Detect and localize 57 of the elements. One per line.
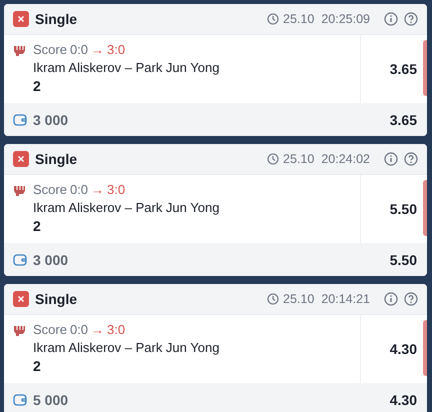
status-bar xyxy=(423,40,427,96)
wallet-icon xyxy=(13,112,27,126)
total-odds: 4.30 xyxy=(390,392,417,408)
selection: 2 xyxy=(33,218,42,234)
bet-date: 25.10 xyxy=(283,152,314,166)
score-to: 3:0 xyxy=(107,322,126,337)
fist-icon xyxy=(13,323,27,337)
wallet-icon xyxy=(13,392,27,406)
score-to: 3:0 xyxy=(107,42,126,57)
clock-icon xyxy=(267,153,280,165)
status-bar xyxy=(423,180,427,236)
stake-amount: 3 000 xyxy=(33,252,68,268)
fist-icon xyxy=(13,43,27,57)
arrow-text: → xyxy=(91,322,104,337)
bet-type: Single xyxy=(35,291,78,307)
odds-value: 3.65 xyxy=(388,60,418,79)
bet-time: 20:14:21 xyxy=(321,292,370,306)
score-from: 0:0 xyxy=(70,182,88,197)
score-label: Score xyxy=(33,42,67,57)
wallet-icon xyxy=(13,252,27,266)
stake-amount: 5 000 xyxy=(33,392,68,408)
bet-time: 20:24:02 xyxy=(321,152,370,166)
event-name: Ikram Aliskerov – Park Jun Yong xyxy=(33,340,220,355)
close-icon[interactable] xyxy=(13,11,29,27)
stake-amount: 3 000 xyxy=(33,112,68,128)
info-icon[interactable] xyxy=(384,12,398,26)
event-name: Ikram Aliskerov – Park Jun Yong xyxy=(33,60,220,75)
selection: 2 xyxy=(33,78,42,94)
bet-time: 20:25:09 xyxy=(321,12,370,26)
total-odds: 3.65 xyxy=(390,112,417,128)
arrow-text: → xyxy=(91,182,104,197)
fist-icon xyxy=(13,183,27,197)
close-icon[interactable] xyxy=(13,291,29,307)
score-label: Score xyxy=(33,322,67,337)
clock-icon xyxy=(267,293,280,305)
score-label: Score xyxy=(33,182,67,197)
score-from: 0:0 xyxy=(70,42,88,57)
help-icon[interactable] xyxy=(404,292,418,306)
score-to: 3:0 xyxy=(107,182,126,197)
status-bar xyxy=(423,320,427,376)
arrow-text: → xyxy=(91,42,104,57)
info-icon[interactable] xyxy=(384,152,398,166)
odds-value: 5.50 xyxy=(388,200,418,219)
clock-icon xyxy=(267,13,280,25)
score-from: 0:0 xyxy=(70,322,88,337)
info-icon[interactable] xyxy=(384,292,398,306)
help-icon[interactable] xyxy=(404,152,418,166)
odds-value: 4.30 xyxy=(388,340,418,359)
close-icon[interactable] xyxy=(13,151,29,167)
bet-date: 25.10 xyxy=(283,12,314,26)
selection: 2 xyxy=(33,358,42,374)
help-icon[interactable] xyxy=(404,12,418,26)
event-name: Ikram Aliskerov – Park Jun Yong xyxy=(33,200,220,215)
bet-date: 25.10 xyxy=(283,292,314,306)
bet-type: Single xyxy=(35,11,78,27)
total-odds: 5.50 xyxy=(390,252,417,268)
bet-type: Single xyxy=(35,151,78,167)
